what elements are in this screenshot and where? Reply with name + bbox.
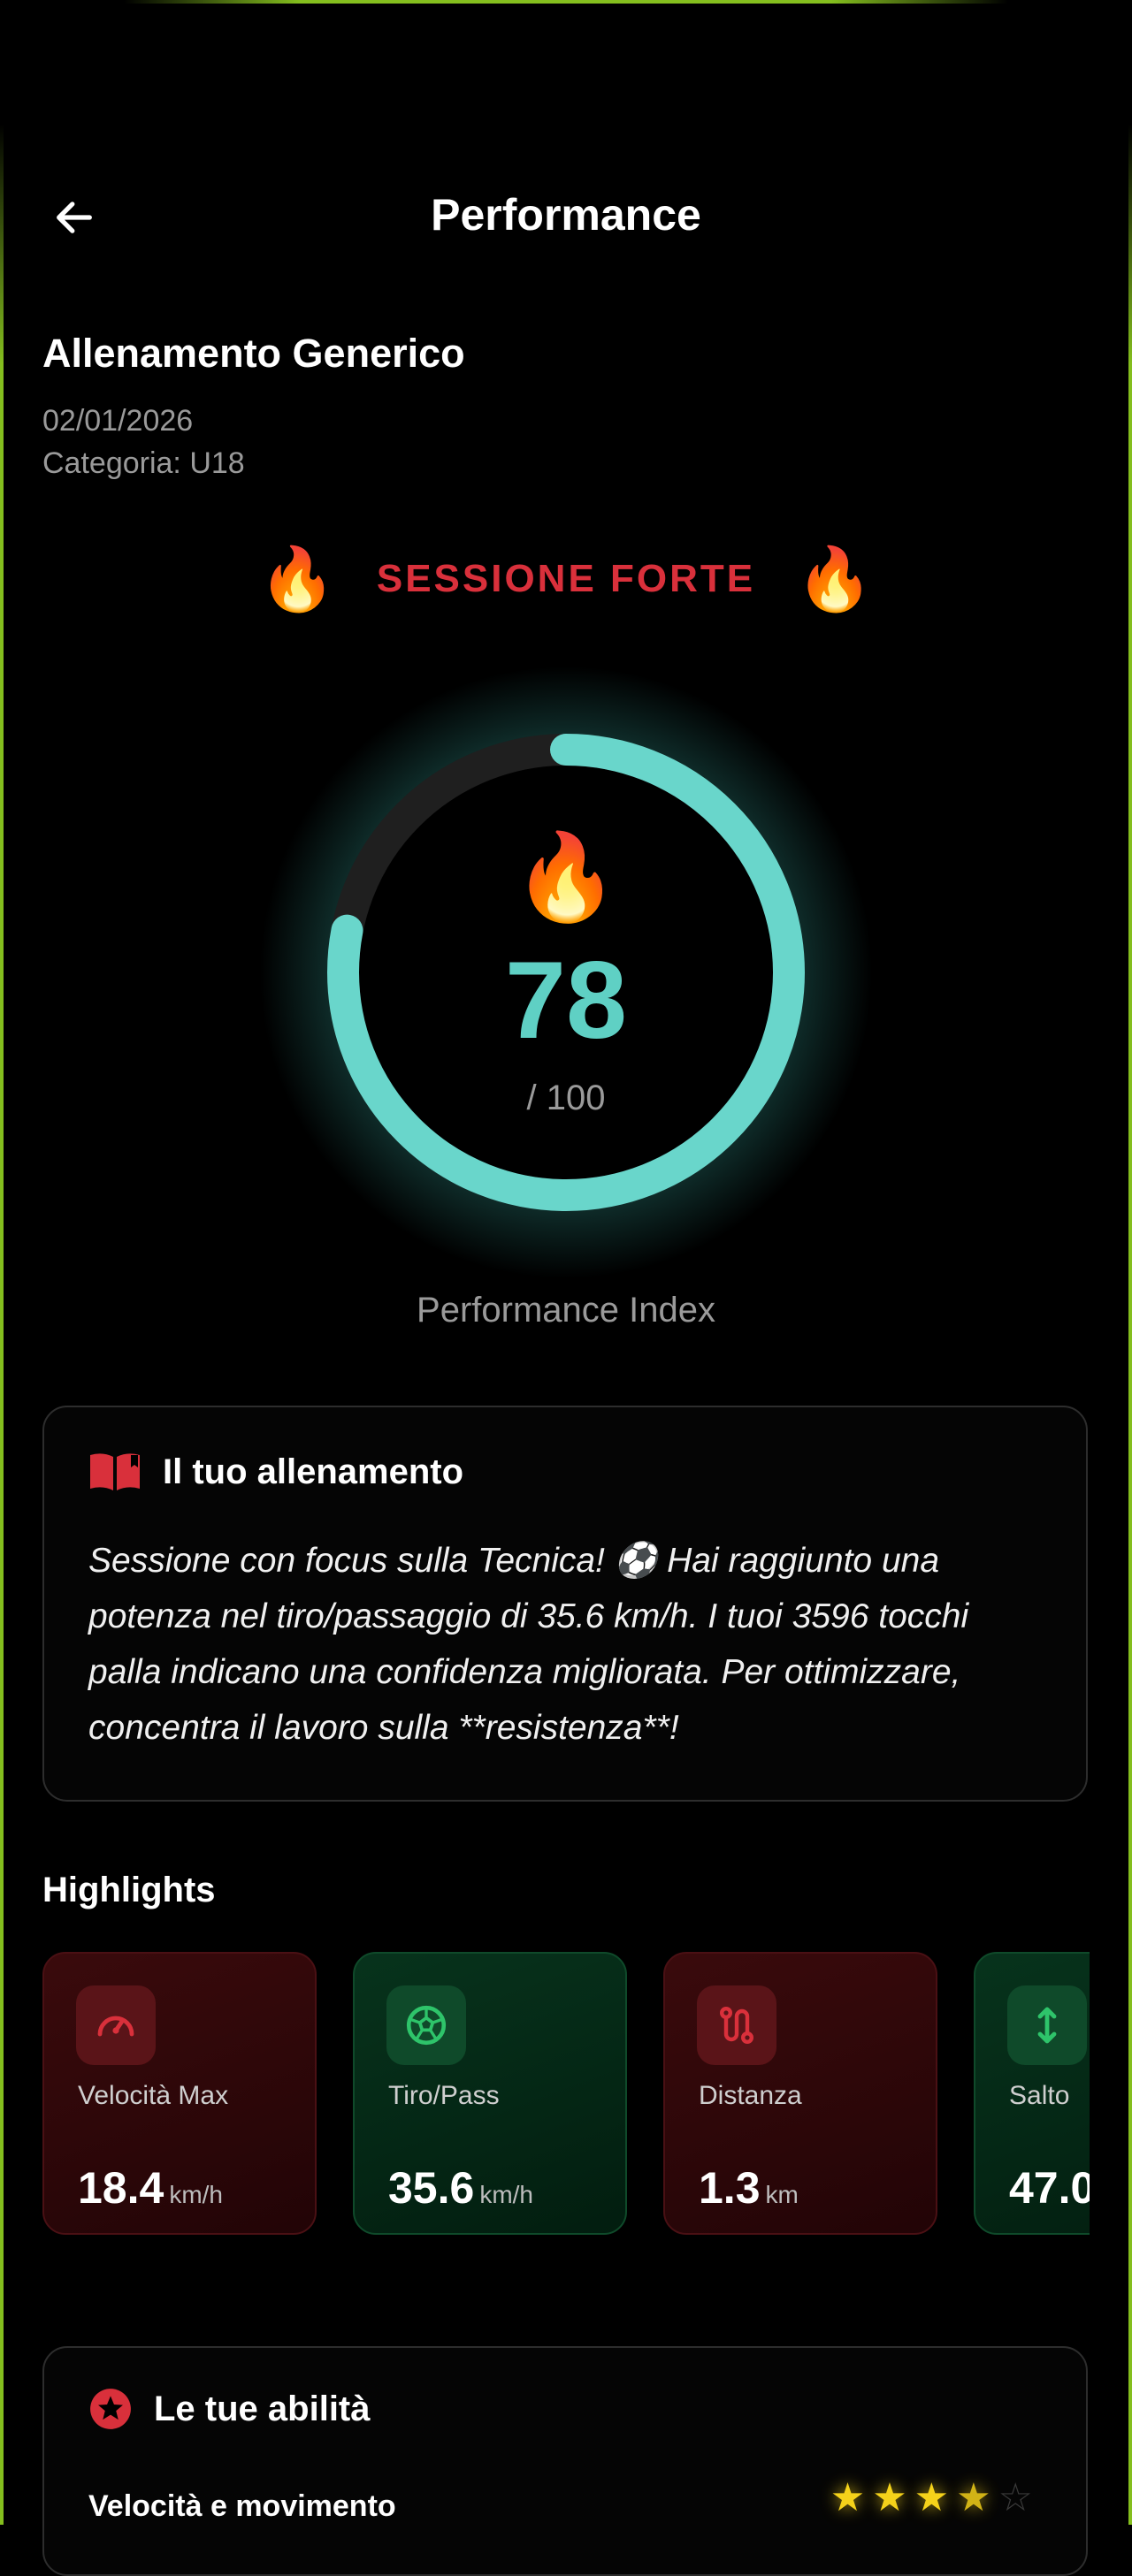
skills-card-title: Le tue abilità (154, 2389, 371, 2428)
highlight-label: Velocità Max (78, 2081, 229, 2110)
fire-icon: 🔥 (513, 830, 619, 925)
highlight-unit: km (765, 2181, 799, 2208)
session-date: 02/01/2026 (42, 404, 194, 438)
route-icon (719, 2006, 754, 2045)
highlight-value: 18.4 (78, 2163, 164, 2213)
empty-star-icon: ☆ (998, 2476, 1033, 2519)
highlight-card-max-speed[interactable]: Velocità Max 18.4 km/h (42, 1952, 317, 2235)
highlight-label: Tiro/Pass (388, 2081, 500, 2110)
star-icon: ★ (914, 2476, 950, 2519)
vertical-arrows-icon (1037, 2007, 1057, 2044)
highlight-label: Distanza (699, 2081, 802, 2110)
training-summary-card: Il tuo allenamento Sessione con focus su… (42, 1406, 1088, 1802)
fire-icon: 🔥 (258, 545, 336, 614)
star-icon: ★ (830, 2476, 866, 2519)
performance-index-label: Performance Index (417, 1291, 715, 1330)
training-card-title: Il tuo allenamento (163, 1452, 464, 1491)
highlights-title: Highlights (42, 1871, 216, 1909)
soccer-ball-icon (406, 2005, 447, 2046)
speedometer-icon (97, 2016, 134, 2037)
app-bar: Performance (0, 168, 1132, 256)
skill-rating: ★ ★ ★ ★ ☆ (830, 2479, 1033, 2518)
session-title: Allenamento Generico (42, 331, 465, 376)
highlight-unit: km/h (479, 2181, 534, 2208)
session-badge: 🔥 SESSIONE FORTE 🔥 (0, 548, 1132, 610)
highlight-value: 35.6 (388, 2163, 475, 2213)
highlight-value: 47.0 (1009, 2163, 1090, 2213)
fire-icon: 🔥 (796, 545, 874, 614)
session-category: Categoria: U18 (42, 446, 245, 480)
highlight-card-shot-pass[interactable]: Tiro/Pass 35.6 km/h (353, 1952, 627, 2235)
half-star-icon: ★ (956, 2476, 991, 2519)
performance-max: / 100 (526, 1078, 606, 1117)
highlight-label: Salto (1009, 2081, 1070, 2110)
skill-label: Velocità e movimento (88, 2489, 396, 2523)
highlight-card-distance[interactable]: Distanza 1.3 km (663, 1952, 937, 2235)
star-badge-icon (90, 2389, 131, 2429)
star-icon: ★ (872, 2476, 907, 2519)
highlights-carousel[interactable]: Velocità Max 18.4 km/h Tiro/Pass 35.6 km/h… (42, 1950, 1090, 2286)
training-card-body: Sessione con focus sulla Tecnica! ⚽ Hai … (88, 1542, 969, 1747)
page-title: Performance (431, 190, 701, 240)
performance-score: 78 (505, 940, 627, 1062)
open-book-icon (90, 1453, 140, 1490)
highlight-value: 1.3 (699, 2163, 761, 2213)
highlight-card-jump[interactable]: Salto 47.0 (974, 1952, 1090, 2235)
skills-card: Le tue abilità Velocità e movimento ★ ★ … (42, 2346, 1088, 2576)
session-badge-label: SESSIONE FORTE (376, 557, 756, 600)
highlight-unit: km/h (169, 2181, 224, 2208)
performance-gauge: 🔥 78 / 100 (248, 654, 884, 1291)
